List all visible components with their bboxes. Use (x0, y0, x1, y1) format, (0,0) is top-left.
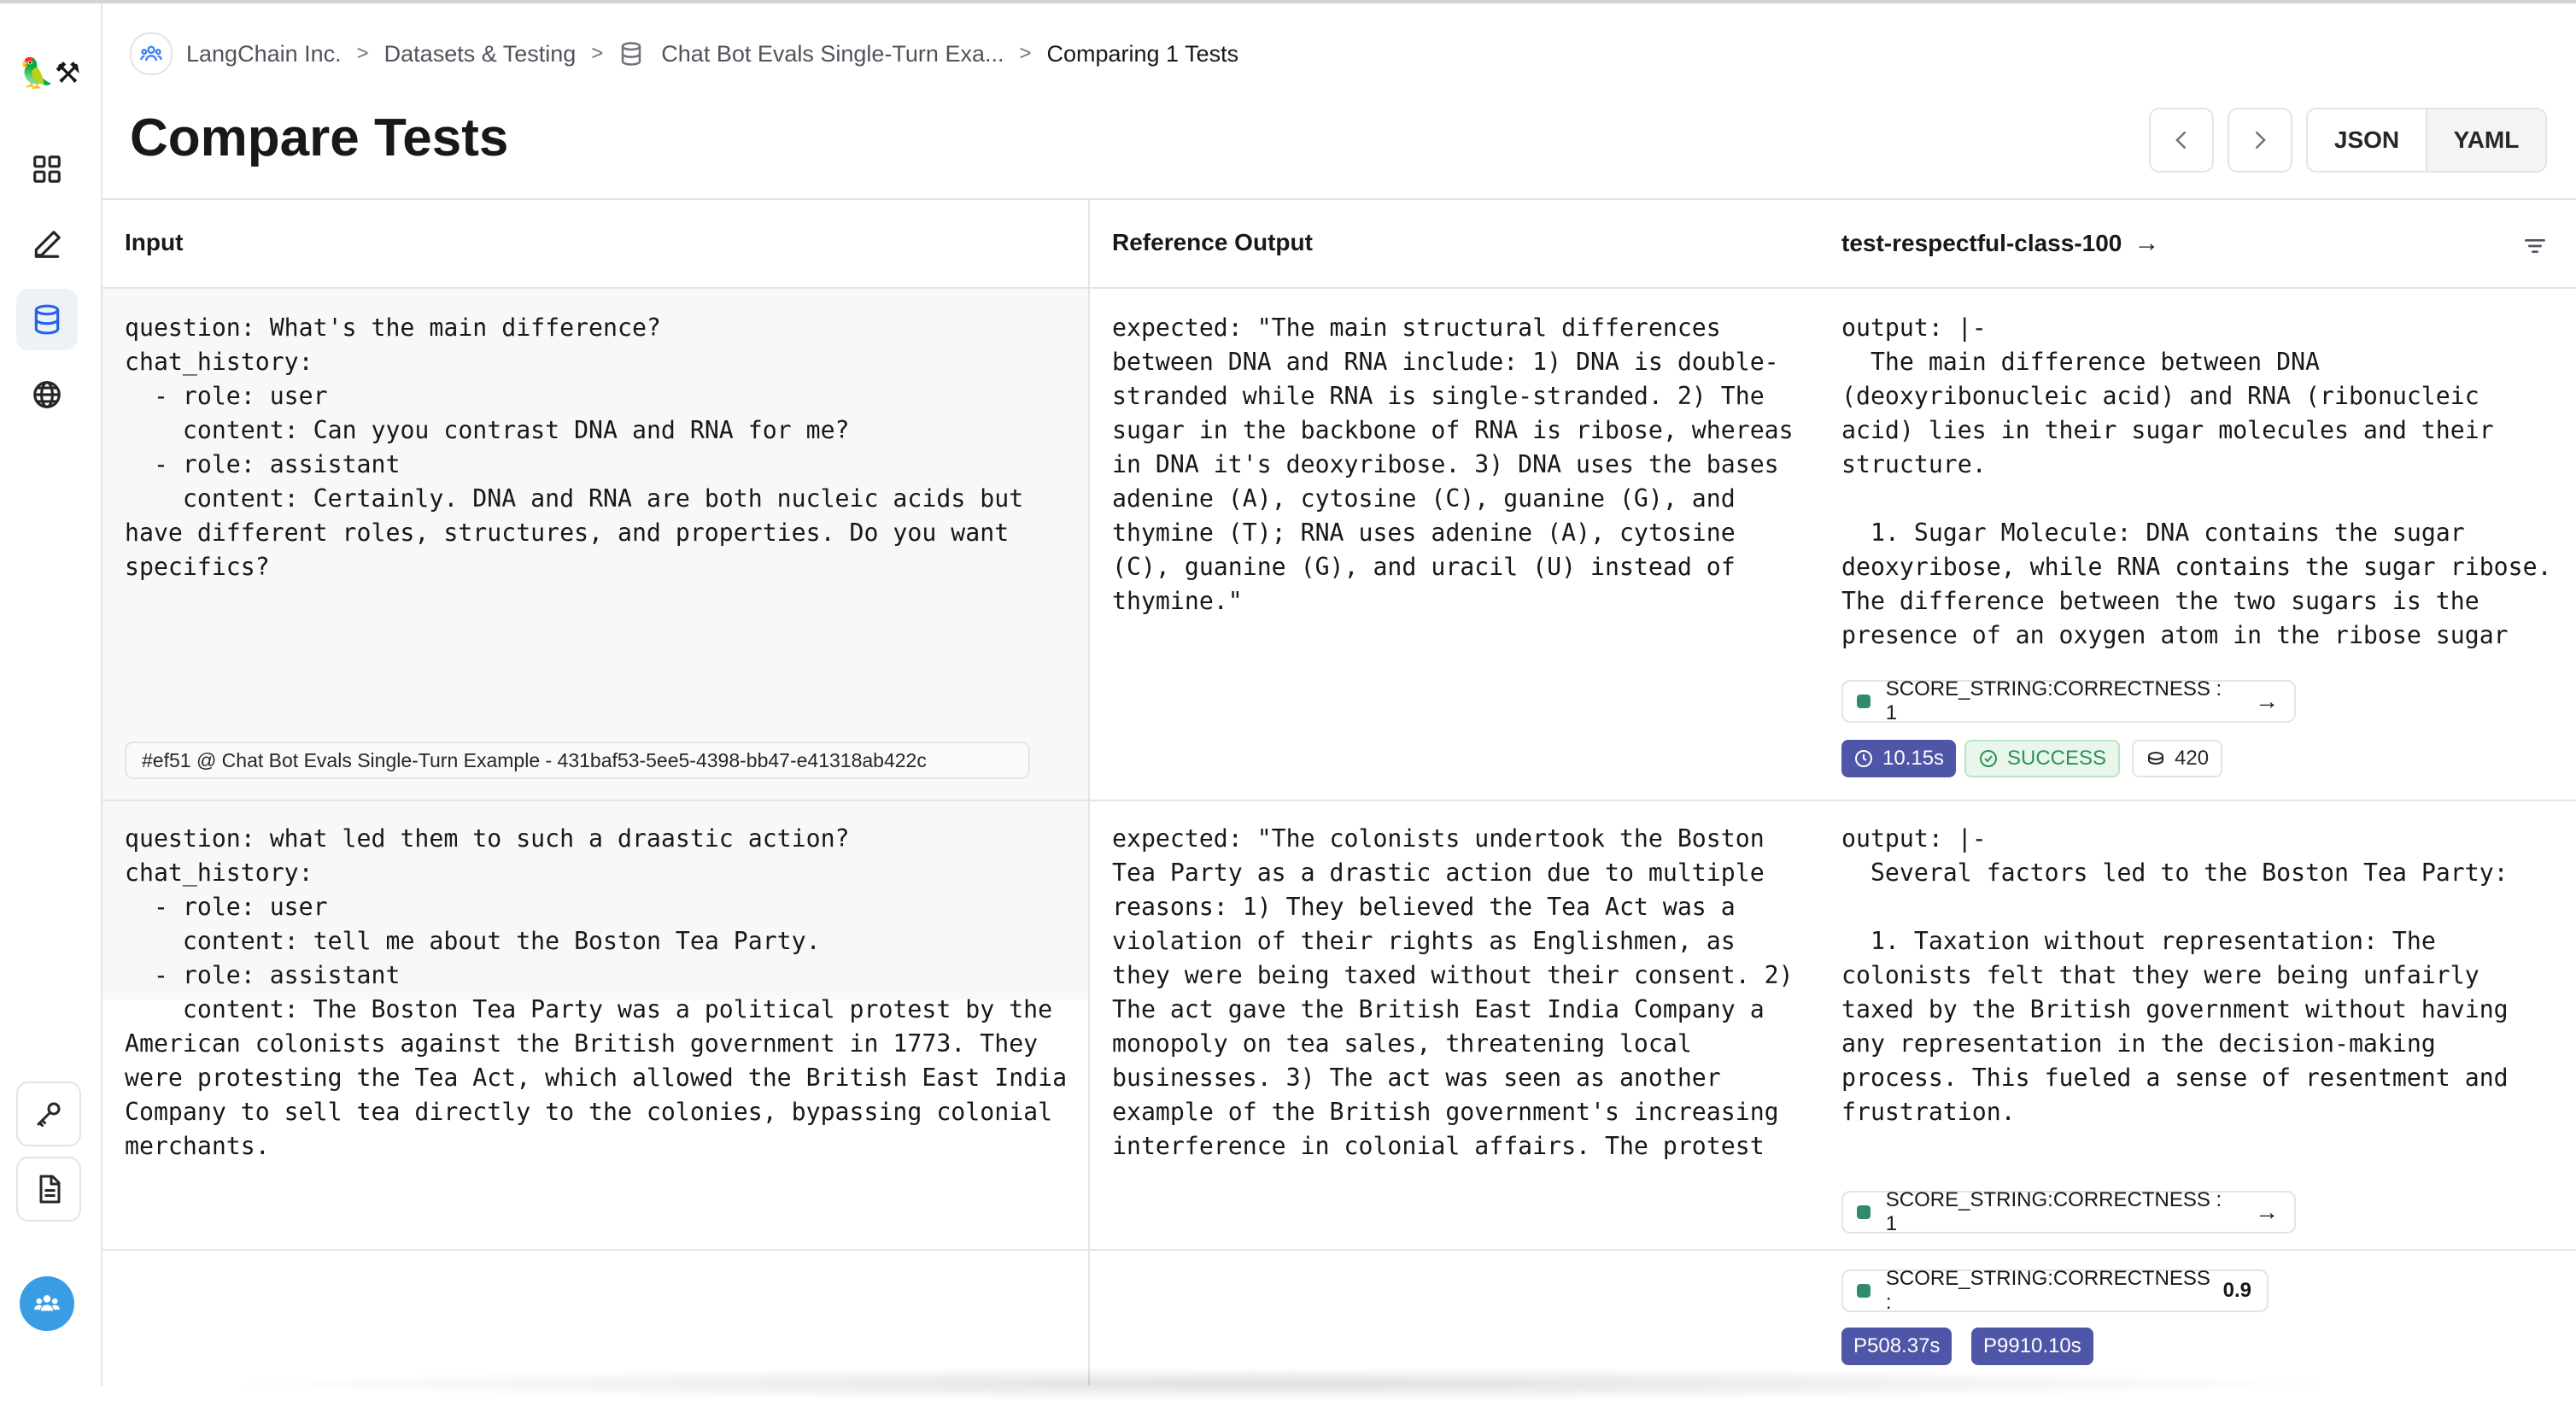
score-chip[interactable]: SCORE_STRING:CORRECTNESS : 1 → (1841, 1188, 2296, 1235)
previous-button[interactable] (2149, 108, 2214, 173)
database-icon (622, 42, 641, 66)
compare-table: Input Reference Output test-respectful-c… (102, 198, 2576, 1386)
breadcrumb-dataset[interactable]: Chat Bot Evals Single-Turn Exa... (661, 41, 1004, 67)
yaml-button[interactable]: YAML (2426, 109, 2545, 171)
chevron-left-icon (2175, 132, 2186, 149)
aggregate-score-chip[interactable]: SCORE_STRING:CORRECTNESS : 0.9 (1841, 1267, 2269, 1314)
clock-icon (1855, 750, 1872, 767)
aggregate-score-label: SCORE_STRING:CORRECTNESS : (1885, 1267, 2210, 1314)
score-indicator (1857, 695, 1871, 708)
filter-icon[interactable] (2521, 232, 2549, 260)
score-label: SCORE_STRING:CORRECTNESS : 1 (1885, 1188, 2222, 1235)
json-button[interactable]: JSON (2308, 109, 2426, 171)
top-border (0, 0, 2576, 3)
breadcrumb: LangChain Inc. > Datasets & Testing > Ch… (130, 32, 1239, 75)
format-toggle: JSON YAML (2306, 108, 2547, 173)
test-name-link[interactable]: test-respectful-class-100 (1841, 230, 2122, 257)
status-badge: SUCCESS (1964, 740, 2121, 777)
score-label: SCORE_STRING:CORRECTNESS : 1 (1885, 677, 2222, 724)
breadcrumb-separator: > (591, 42, 604, 65)
langsmith-logo[interactable]: 🦜⚒ (17, 55, 82, 92)
column-header-input: Input (125, 229, 184, 255)
status-value: SUCCESS (2007, 747, 2107, 770)
token-value: 420 (2175, 747, 2210, 770)
aggregate-score-value: 0.9 (2222, 1279, 2251, 1302)
token-badge: 420 (2132, 740, 2223, 777)
example-reference-chip[interactable]: #ef51 @ Chat Bot Evals Single-Turn Examp… (125, 742, 1030, 779)
p50-latency-badge: P508.37s (1841, 1328, 1952, 1365)
score-indicator (1857, 1205, 1871, 1219)
divider (102, 198, 2576, 200)
column-header-reference: Reference Output (1112, 229, 1313, 255)
breadcrumb-datasets[interactable]: Datasets & Testing (384, 41, 577, 67)
arrow-right-icon: → (2134, 229, 2160, 257)
column-header-test[interactable]: test-respectful-class-100 → (1841, 229, 2159, 258)
breadcrumb-current: Comparing 1 Tests (1046, 40, 1239, 67)
p99-latency-badge: P9910.10s (1971, 1328, 2093, 1365)
org-avatar-icon[interactable] (20, 1276, 74, 1331)
latency-value: 10.15s (1882, 747, 1945, 770)
breadcrumb-separator: > (356, 42, 369, 65)
page-title: Compare Tests (130, 108, 509, 167)
chevron-right-icon (2256, 132, 2266, 149)
row-1-output: output: |- The main difference between D… (1841, 314, 2552, 649)
arrow-right-icon: → (2255, 688, 2279, 714)
next-button[interactable] (2228, 108, 2292, 173)
row-2-output: output: |- Several factors led to the Bo… (1841, 824, 2509, 1126)
row-1-reference: expected: "The main structural differenc… (1112, 314, 1794, 615)
dashboard-grid-icon[interactable] (16, 138, 78, 200)
key-icon[interactable] (16, 1082, 81, 1146)
score-indicator (1857, 1284, 1871, 1298)
globe-icon[interactable] (16, 364, 78, 425)
breadcrumb-separator: > (1019, 42, 1032, 65)
arrow-right-icon: → (2255, 1199, 2279, 1225)
divider (102, 1249, 2576, 1251)
score-chip[interactable]: SCORE_STRING:CORRECTNESS : 1 → (1841, 677, 2296, 724)
breadcrumb-org[interactable]: LangChain Inc. (186, 41, 342, 67)
row-2-input: question: what led them to such a draast… (125, 824, 1068, 1160)
row-1-input: question: What's the main difference? ch… (125, 314, 1024, 581)
latency-badge: 10.15s (1841, 740, 1957, 777)
check-circle-icon (1980, 750, 1997, 767)
document-icon[interactable] (16, 1157, 81, 1222)
column-divider (1088, 198, 1090, 1386)
organization-icon[interactable] (130, 32, 173, 75)
pen-icon[interactable] (16, 214, 78, 275)
row-2-reference: expected: "The colonists undertook the B… (1112, 824, 1794, 1160)
scroll-shadow (214, 1367, 2349, 1401)
divider (102, 800, 2576, 801)
sidebar: 🦜⚒ (0, 3, 102, 1386)
coins-icon (2148, 752, 2163, 765)
database-icon[interactable] (16, 289, 78, 350)
divider (102, 287, 2576, 289)
